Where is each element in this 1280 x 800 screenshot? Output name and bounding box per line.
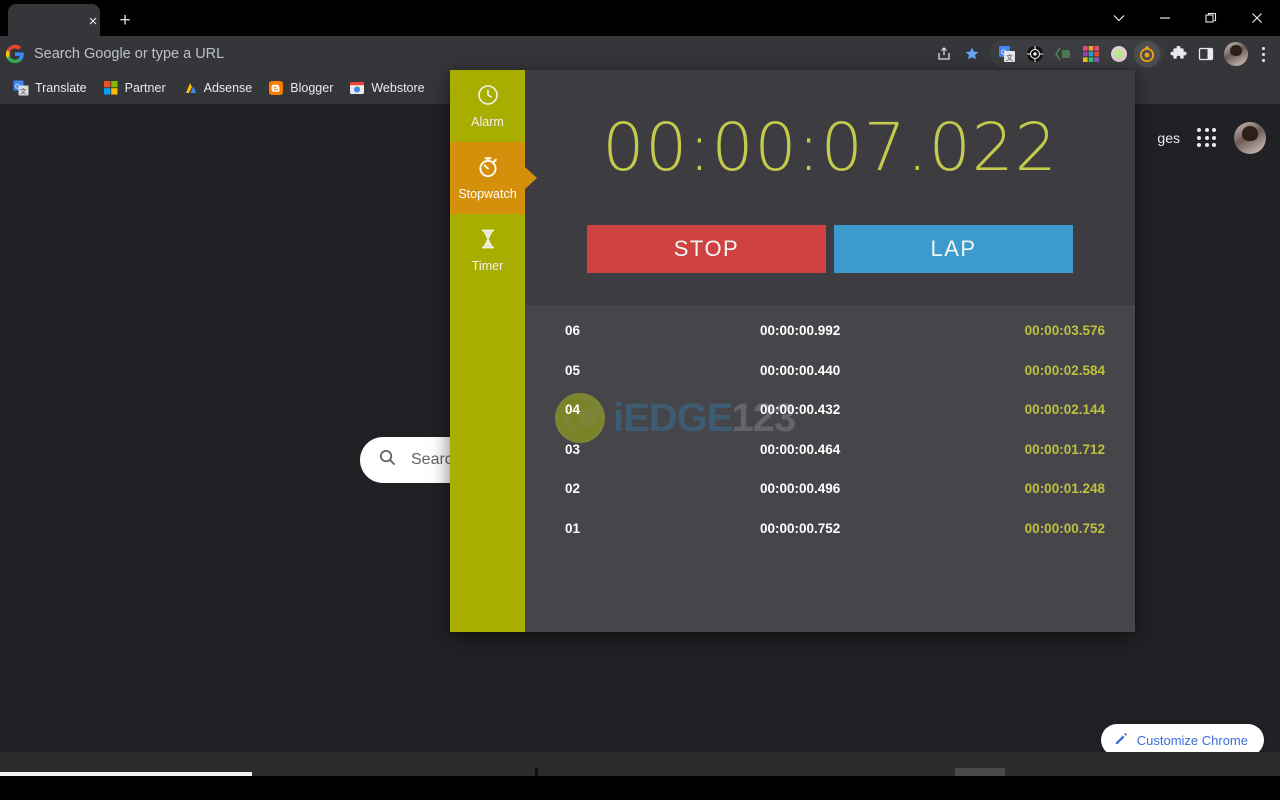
minimize-icon[interactable] xyxy=(1142,0,1188,36)
lap-index: 04 xyxy=(565,402,581,418)
lap-split-time: 00:00:00.992 xyxy=(760,323,841,339)
bookmark-label: Adsense xyxy=(203,81,253,95)
lap-index: 01 xyxy=(565,520,581,536)
lap-total-time: 00:00:02.144 xyxy=(1024,402,1105,418)
extensions-puzzle-icon[interactable] xyxy=(1164,40,1192,68)
lap-row: 03 00:00:00.464 00:00:01.712 xyxy=(525,430,1135,470)
side-panel-icon[interactable] xyxy=(1192,40,1220,68)
search-icon xyxy=(378,448,397,472)
bookmark-item-translate[interactable]: G文 Translate xyxy=(5,77,95,99)
account-avatar[interactable] xyxy=(1234,122,1266,154)
blogger-icon xyxy=(268,80,284,96)
google-adsense-icon xyxy=(182,80,198,96)
lap-index: 06 xyxy=(565,323,581,339)
tab-search-icon[interactable] xyxy=(1096,0,1142,36)
taskbar-segment-light xyxy=(0,772,252,776)
sidebar-item-alarm[interactable]: Alarm xyxy=(450,70,525,142)
lap-index: 05 xyxy=(565,362,581,378)
pencil-icon xyxy=(1114,731,1129,749)
stopwatch-icon xyxy=(476,155,500,184)
lap-split-time: 00:00:00.496 xyxy=(760,481,841,497)
profile-avatar[interactable] xyxy=(1224,42,1248,66)
stopwatch-main: 00:00:07.022 STOP LAP iEDGE 123 06 00:00… xyxy=(525,70,1135,632)
hourglass-icon xyxy=(476,227,500,256)
svg-text:文: 文 xyxy=(1006,53,1013,62)
close-window-icon[interactable] xyxy=(1234,0,1280,36)
bookmark-item-webstore[interactable]: Webstore xyxy=(341,77,432,99)
lap-row: 06 00:00:00.992 00:00:03.576 xyxy=(525,311,1135,351)
lap-total-time: 00:00:00.752 xyxy=(1024,520,1105,536)
google-g-icon xyxy=(4,43,26,65)
svg-text:文: 文 xyxy=(20,87,27,96)
lap-index: 02 xyxy=(565,481,581,497)
stopwatch-popup: Alarm Stopwatch Timer 00:00:07.022 STOP … xyxy=(450,70,1135,632)
stop-button[interactable]: STOP xyxy=(587,225,826,273)
chrome-webstore-icon xyxy=(349,80,365,96)
google-apps-grid-icon[interactable] xyxy=(1196,127,1218,149)
microsoft-partner-icon xyxy=(103,80,119,96)
target-extension-icon[interactable] xyxy=(1022,41,1048,67)
lap-total-time: 00:00:01.712 xyxy=(1024,441,1105,457)
stopwatch-controls: STOP LAP xyxy=(525,225,1135,305)
stopwatch-display: 00:00:07.022 xyxy=(602,109,1058,186)
bookmark-label: Partner xyxy=(124,81,166,95)
bottom-strip xyxy=(0,752,1280,776)
lap-split-time: 00:00:00.752 xyxy=(760,520,841,536)
bookmark-label: Webstore xyxy=(371,81,425,95)
circle-extension-icon[interactable] xyxy=(1106,41,1132,67)
clock-icon xyxy=(476,83,500,112)
window-controls xyxy=(1096,0,1280,36)
bookmark-item-blogger[interactable]: Blogger xyxy=(260,77,341,99)
code-bracket-extension-icon[interactable] xyxy=(1050,41,1076,67)
browser-window: × + Search Google or type a URL G 文 G 文 … xyxy=(0,0,1280,800)
lap-split-time: 00:00:00.432 xyxy=(760,402,841,418)
ntp-top-bar: ges xyxy=(1157,122,1266,154)
sidebar-item-timer[interactable]: Timer xyxy=(450,214,525,286)
browser-tab[interactable]: × xyxy=(8,4,100,36)
color-grid-extension-icon[interactable] xyxy=(1078,41,1104,67)
bookmark-label: Blogger xyxy=(290,81,334,95)
title-bar: × + xyxy=(0,0,1280,36)
lap-index: 03 xyxy=(565,441,581,457)
sidebar-item-label: Timer xyxy=(471,259,504,274)
lap-row: 01 00:00:00.752 00:00:00.752 xyxy=(525,509,1135,549)
browser-toolbar: Search Google or type a URL G文 xyxy=(0,36,1280,72)
lap-button[interactable]: LAP xyxy=(834,225,1073,273)
sidebar-item-stopwatch[interactable]: Stopwatch xyxy=(450,142,525,214)
lap-list[interactable]: iEDGE 123 06 00:00:00.992 00:00:03.576 0… xyxy=(525,305,1135,632)
lap-total-time: 00:00:03.576 xyxy=(1024,323,1105,339)
bookmark-item-adsense[interactable]: Adsense xyxy=(174,77,261,99)
lap-row: 04 00:00:00.432 00:00:02.144 xyxy=(525,390,1135,430)
images-link[interactable]: ges xyxy=(1157,130,1180,146)
customize-chrome-label: Customize Chrome xyxy=(1136,732,1248,748)
sidebar-item-label: Stopwatch xyxy=(458,187,517,202)
sidebar-item-label: Alarm xyxy=(471,115,504,130)
bookmark-label: Translate xyxy=(34,81,87,95)
lap-total-time: 00:00:01.248 xyxy=(1024,481,1105,497)
stopwatch-sidebar: Alarm Stopwatch Timer xyxy=(450,70,525,632)
lap-total-time: 00:00:02.584 xyxy=(1024,362,1105,378)
chrome-menu-kebab-icon[interactable] xyxy=(1250,40,1276,68)
tab-close-icon[interactable]: × xyxy=(84,13,102,31)
extensions-pill: G文 xyxy=(990,40,1164,68)
lap-split-time: 00:00:00.440 xyxy=(760,362,841,378)
taskbar-segment-dark xyxy=(535,768,538,776)
omnibox-input[interactable]: Search Google or type a URL xyxy=(34,46,930,62)
share-icon[interactable] xyxy=(930,40,958,68)
google-translate-extension-icon[interactable]: G文 xyxy=(994,41,1020,67)
new-tab-button[interactable]: + xyxy=(112,8,138,34)
stopwatch-extension-icon[interactable] xyxy=(1134,41,1160,67)
google-translate-icon: G文 xyxy=(13,80,29,96)
bookmark-star-icon[interactable] xyxy=(958,40,986,68)
lap-row: 02 00:00:00.496 00:00:01.248 xyxy=(525,469,1135,509)
lap-split-time: 00:00:00.464 xyxy=(760,441,841,457)
taskbar-segment-gray xyxy=(955,768,1005,776)
bookmark-item-partner[interactable]: Partner xyxy=(95,77,174,99)
restore-icon[interactable] xyxy=(1188,0,1234,36)
lap-row: 05 00:00:00.440 00:00:02.584 xyxy=(525,351,1135,391)
